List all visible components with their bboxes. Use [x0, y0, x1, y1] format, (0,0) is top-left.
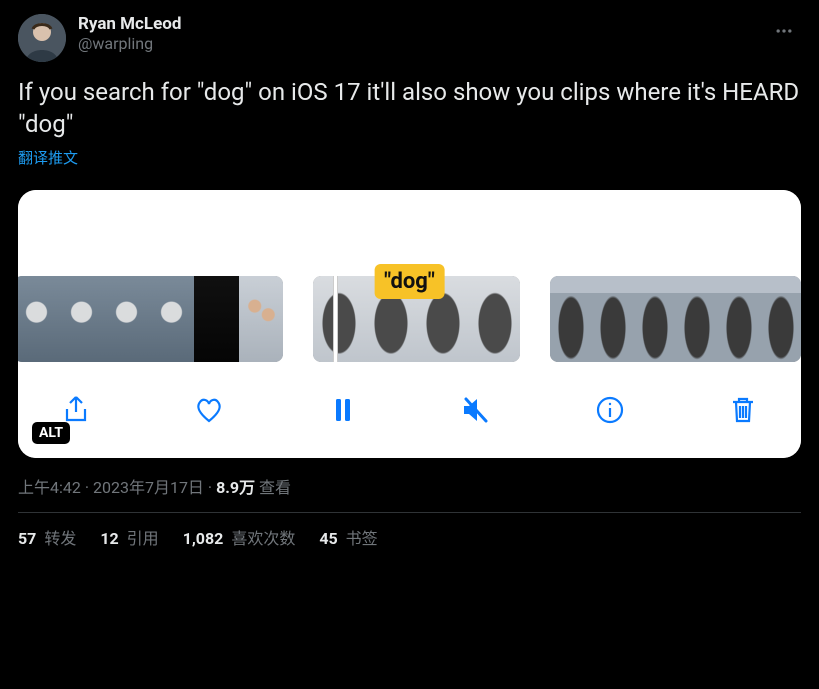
like-button[interactable] — [187, 388, 231, 432]
video-frame — [59, 276, 104, 362]
more-button[interactable] — [767, 14, 801, 48]
tweet-header: Ryan McLeod @warpling — [18, 14, 801, 62]
ellipsis-icon — [774, 21, 794, 41]
views-count: 8.9万 — [216, 478, 255, 497]
info-button[interactable] — [588, 388, 632, 432]
tweet-text: If you search for "dog" on iOS 17 it'll … — [18, 76, 801, 141]
video-frame — [760, 276, 801, 362]
display-name: Ryan McLeod — [78, 14, 755, 34]
share-icon — [60, 394, 92, 426]
video-frame — [149, 276, 194, 362]
tweet-time: 上午4:42 — [18, 478, 81, 497]
video-frame — [469, 276, 520, 362]
video-frame — [592, 276, 634, 362]
tweet-date: 2023年7月17日 — [93, 478, 204, 497]
tweet-container: Ryan McLeod @warpling If you search for … — [0, 0, 819, 559]
media-toolbar — [18, 368, 801, 458]
bookmarks-stat[interactable]: 45 书签 — [319, 525, 377, 549]
video-frame — [550, 276, 592, 362]
likes-stat[interactable]: 1,082 喜欢次数 — [183, 525, 296, 549]
info-icon — [594, 394, 626, 426]
translate-link[interactable]: 翻译推文 — [18, 147, 78, 168]
video-frame — [194, 276, 239, 362]
handle: @warpling — [78, 34, 755, 53]
avatar[interactable] — [18, 14, 66, 62]
media-card[interactable]: "dog" — [18, 190, 801, 458]
delete-button[interactable] — [721, 388, 765, 432]
mute-button[interactable] — [454, 388, 498, 432]
video-frame — [676, 276, 718, 362]
quotes-stat[interactable]: 12 引用 — [100, 525, 158, 549]
views-label: 查看 — [255, 478, 291, 497]
playhead[interactable] — [333, 276, 338, 362]
video-frame — [239, 276, 283, 362]
tweet-meta[interactable]: 上午4:42 · 2023年7月17日 · 8.9万 查看 — [18, 474, 801, 498]
alt-badge[interactable]: ALT — [32, 422, 70, 444]
video-frame — [18, 276, 59, 362]
trash-icon — [727, 394, 759, 426]
speaker-mute-icon — [460, 394, 492, 426]
heart-icon — [193, 394, 225, 426]
retweets-stat[interactable]: 57 转发 — [18, 525, 76, 549]
pause-icon — [327, 394, 359, 426]
author-names[interactable]: Ryan McLeod @warpling — [78, 14, 755, 54]
video-frame — [718, 276, 760, 362]
clip-group-3[interactable] — [550, 276, 801, 362]
search-term-badge: "dog" — [374, 264, 445, 299]
video-frame — [313, 276, 365, 362]
video-frame — [104, 276, 149, 362]
stats-row: 57 转发 12 引用 1,082 喜欢次数 45 书签 — [18, 525, 801, 549]
pause-button[interactable] — [321, 388, 365, 432]
clip-group-1[interactable] — [18, 276, 283, 362]
divider — [18, 512, 801, 513]
video-frame — [634, 276, 676, 362]
